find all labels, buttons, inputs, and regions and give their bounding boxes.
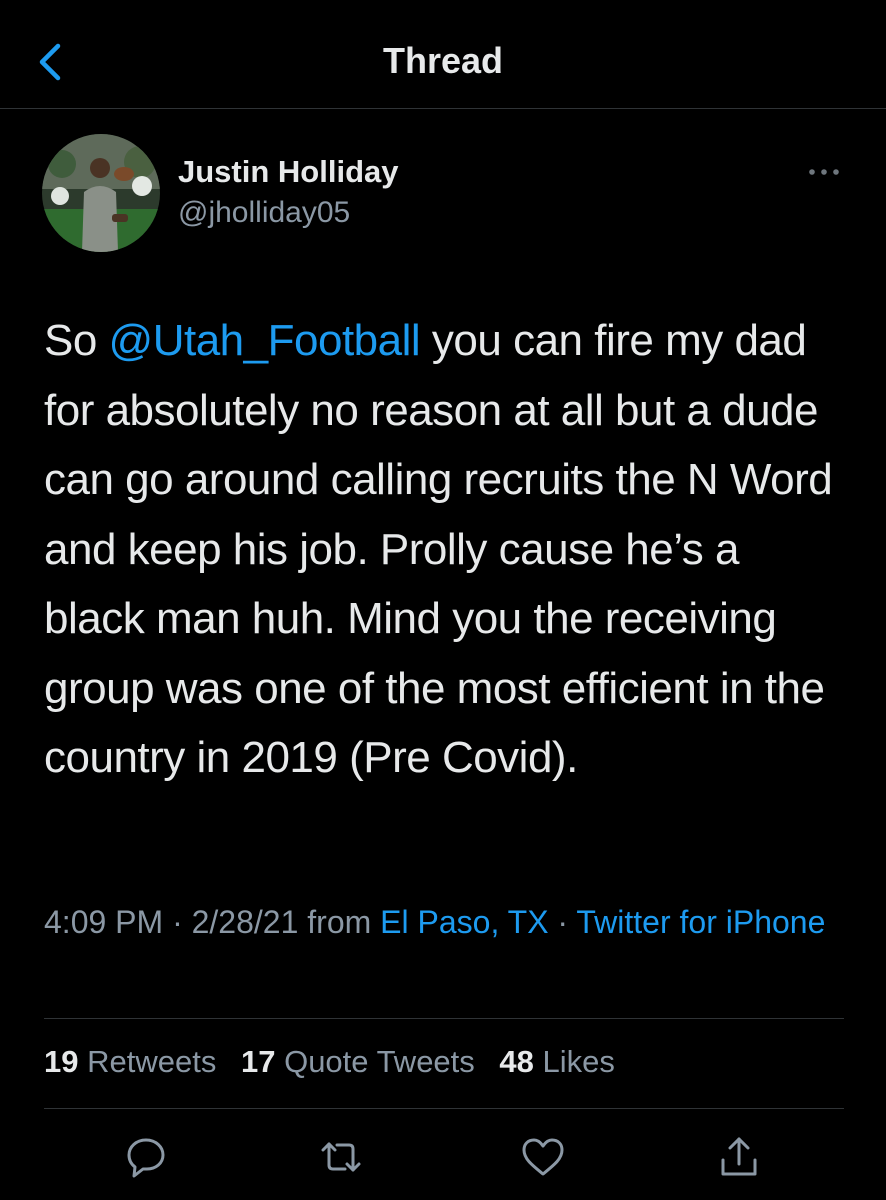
likes-count: 48: [499, 1044, 534, 1079]
likes-stat[interactable]: 48 Likes: [499, 1044, 614, 1080]
retweets-label: Retweets: [87, 1044, 217, 1079]
quote-tweets-stat[interactable]: 17 Quote Tweets: [241, 1044, 475, 1080]
like-icon[interactable]: [520, 1134, 566, 1180]
separator: ·: [163, 904, 192, 940]
tweet-text-start: So: [44, 316, 109, 365]
retweet-icon[interactable]: [318, 1134, 364, 1180]
top-nav-bar: Thread: [0, 0, 886, 109]
retweets-stat[interactable]: 19 Retweets: [44, 1044, 216, 1080]
mention-link[interactable]: @Utah_Football: [109, 316, 421, 365]
quote-tweets-count: 17: [240, 1044, 276, 1079]
avatar[interactable]: [42, 134, 160, 252]
client-link[interactable]: Twitter for iPhone: [576, 904, 825, 940]
tweet-date: 2/28/21: [191, 904, 299, 940]
retweets-count: 19: [44, 1044, 79, 1079]
separator: ·: [548, 904, 577, 940]
quote-tweets-label: Quote Tweets: [284, 1044, 475, 1079]
tweet-text-rest: you can fire my dad for absolutely no re…: [44, 316, 833, 782]
share-icon[interactable]: [716, 1134, 762, 1180]
location-link[interactable]: El Paso, TX: [380, 904, 548, 940]
page-title: Thread: [382, 40, 504, 81]
from-label: from: [298, 904, 381, 940]
more-options-icon[interactable]: [804, 160, 844, 184]
engagement-stats: 19 Retweets 17 Quote Tweets 48 Likes: [44, 1044, 631, 1080]
tweet-metadata: 4:09 PM · 2/28/21 from El Paso, TX · Twi…: [44, 900, 834, 945]
reply-icon[interactable]: [123, 1134, 169, 1180]
tweet-text: So @Utah_Football you can fire my dad fo…: [44, 306, 844, 793]
divider: [44, 1018, 844, 1019]
tweet-time: 4:09 PM: [44, 904, 164, 940]
likes-label: Likes: [542, 1044, 615, 1079]
divider: [44, 1108, 844, 1109]
author-handle: @jholliday05: [178, 196, 351, 229]
author-name[interactable]: Justin Holliday: [178, 154, 398, 190]
